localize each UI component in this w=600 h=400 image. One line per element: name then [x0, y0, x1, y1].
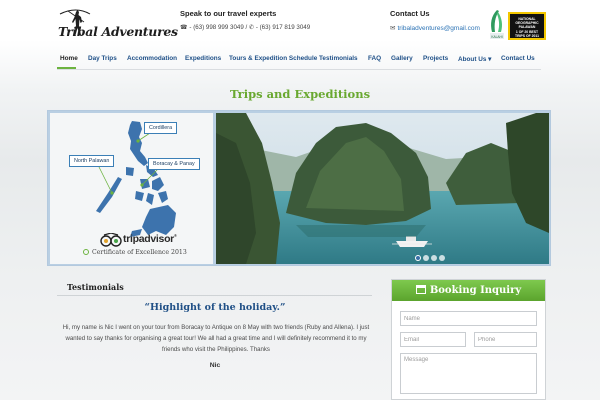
speak-to-experts: Speak to our travel experts ☎ - (63) 998… — [180, 9, 310, 31]
nav-home[interactable]: Home — [60, 55, 78, 62]
philippines-map-panel: Cordillera North Palawan Boracay & Panay… — [50, 113, 213, 264]
email-field[interactable] — [400, 332, 466, 347]
svg-text:KALAHI: KALAHI — [491, 35, 502, 39]
certificate-of-excellence: Certificate of Excellence 2013 — [83, 249, 187, 256]
contact-title: Contact Us — [390, 9, 430, 18]
name-field[interactable] — [400, 311, 537, 326]
nav-expeditions[interactable]: Expeditions — [185, 55, 221, 62]
main-nav: Home Day Trips Accommodation Expeditions… — [57, 52, 541, 70]
envelope-icon: ✉ — [390, 25, 396, 32]
logo-text: Tribal Adventures — [58, 24, 178, 39]
nav-active-indicator — [57, 67, 76, 69]
testimonial-author: Nic — [209, 362, 221, 369]
nav-faq[interactable]: FAQ — [368, 55, 381, 62]
testimonials-heading: Testimonials — [67, 282, 124, 292]
nav-about-us[interactable]: About Us ▾ — [458, 55, 491, 63]
contact-email-link[interactable]: ✉ tribaladventures@gmail.com — [390, 24, 480, 32]
slider-dot-1[interactable] — [415, 255, 421, 261]
map-label-boracay-panay[interactable]: Boracay & Panay — [148, 158, 200, 170]
nav-testimonials[interactable]: Testimonials — [319, 55, 358, 62]
testimonials-divider — [57, 295, 372, 296]
phone-field[interactable] — [474, 332, 537, 347]
section-title: Trips and Expeditions — [229, 87, 371, 101]
nav-tours-schedule[interactable]: Tours & Expedition Schedule — [229, 55, 317, 62]
map-label-cordillera[interactable]: Cordillera — [144, 122, 178, 134]
site-header: Tribal Adventures Speak to our travel ex… — [0, 0, 600, 48]
natgeo-line-5: TRIPS OF 2011 — [515, 33, 539, 38]
booking-inquiry-form: Booking Inquiry — [391, 279, 546, 400]
email-text: tribaladventures@gmail.com — [397, 25, 480, 32]
contact-block: Contact Us ✉ tribaladventures@gmail.com — [390, 9, 480, 32]
testimonial-quote: “Highlight of the holiday.” — [144, 302, 286, 313]
hero-banner: Cordillera North Palawan Boracay & Panay… — [47, 110, 551, 266]
nav-contact-us[interactable]: Contact Us — [501, 55, 535, 62]
testimonial-body: Hi, my name is Nic I went on your tour f… — [62, 324, 370, 353]
lagoon-photo — [216, 113, 549, 264]
map-label-north-palawan[interactable]: North Palawan — [69, 155, 115, 167]
hero-photo-slide[interactable] — [216, 113, 549, 264]
slider-dots — [415, 248, 447, 261]
certificate-badge-icon — [83, 249, 89, 255]
nav-projects[interactable]: Projects — [423, 55, 448, 62]
slider-dot-2[interactable] — [423, 255, 429, 261]
slider-dot-3[interactable] — [431, 255, 437, 261]
nav-gallery[interactable]: Gallery — [391, 55, 413, 62]
nav-accommodation[interactable]: Accommodation — [127, 55, 177, 62]
owl-eyes-icon — [100, 233, 122, 247]
message-field[interactable] — [400, 353, 537, 394]
speak-title: Speak to our travel experts — [180, 9, 277, 18]
site-logo[interactable]: Tribal Adventures — [46, 8, 178, 46]
phone-numbers: ☎ - (63) 998 999 3049 / ✆ - (63) 917 819… — [180, 24, 311, 31]
natgeo-badge: NATIONAL GEOGRAPHIC PALAWAN 1 OF 20 BEST… — [508, 12, 546, 40]
slider-dot-4[interactable] — [439, 255, 445, 261]
tripadvisor-wordmark: tripadvisor® — [123, 233, 177, 245]
tripadvisor-text: tripadvisor — [123, 233, 174, 245]
calendar-icon — [415, 285, 426, 294]
laurel-award-icon: KALAHI — [487, 8, 507, 41]
booking-header: Booking Inquiry — [392, 280, 545, 301]
booking-title: Booking Inquiry — [429, 285, 522, 296]
nav-day-trips[interactable]: Day Trips — [88, 55, 117, 62]
tripadvisor-logo[interactable]: tripadvisor® — [100, 233, 180, 247]
certificate-text: Certificate of Excellence 2013 — [92, 249, 187, 256]
